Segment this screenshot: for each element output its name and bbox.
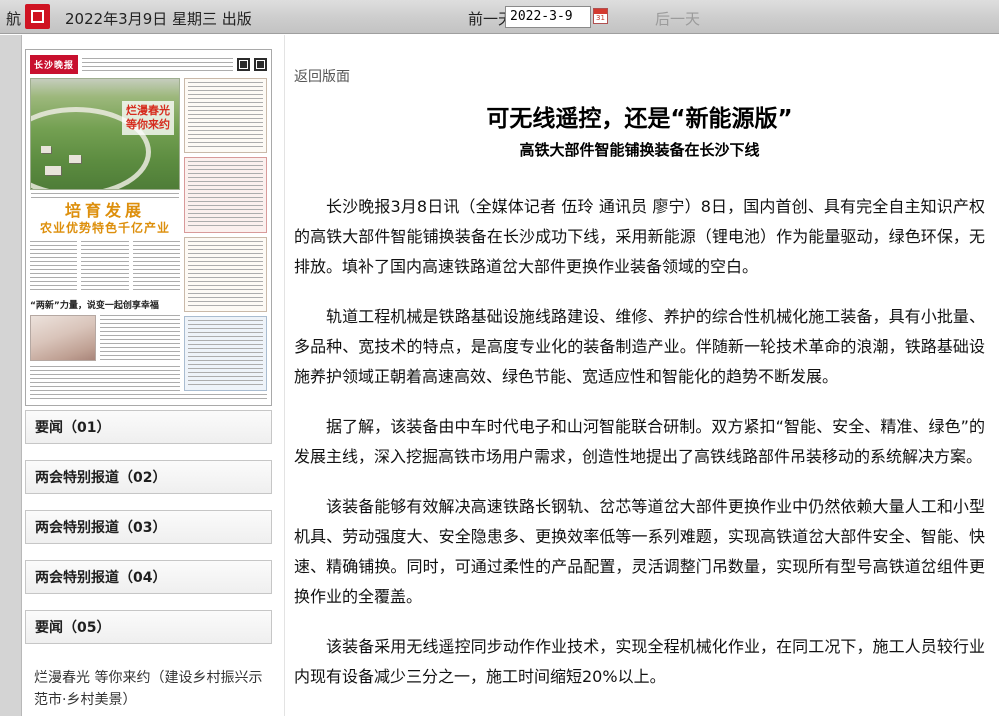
article-list: 烂漫春光 等你来约（建设乡村振兴示范市·乡村美景） 培育发展农业优势特色千亿产业: [25, 660, 272, 716]
thumbnail-inset-photo: [30, 315, 96, 361]
site-logo-icon: [25, 4, 50, 29]
thumbnail-text-column: [100, 315, 180, 361]
date-input[interactable]: [505, 6, 591, 28]
sidebar: 长沙晚报 烂漫春光 等你来约 培育发展 农业优势特色千亿产业: [25, 49, 272, 716]
back-to-page-link[interactable]: 返回版面: [294, 66, 350, 86]
thumbnail-aerial-photo: 烂漫春光 等你来约: [30, 78, 180, 190]
section-list: 要闻（01） 两会特别报道（02） 两会特别报道（03） 两会特别报道（04） …: [25, 410, 272, 644]
article-paragraph: 长沙晚报3月8日讯（全媒体记者 伍玲 通讯员 廖宁）8日，国内首创、具有完全自主…: [294, 192, 985, 282]
thumbnail-footer-line: [30, 394, 267, 401]
main-content: 返回版面 可无线遥控，还是“新能源版” 高铁大部件智能铺换装备在长沙下线 长沙晚…: [284, 35, 999, 716]
thumbnail-photo-caption: 烂漫春光 等你来约: [122, 101, 174, 135]
article-link[interactable]: 烂漫春光 等你来约（建设乡村振兴示范市·乡村美景）: [25, 660, 272, 716]
thumbnail-header-text-lines: [82, 58, 233, 72]
thumbnail-right-column: [184, 78, 267, 391]
article-paragraph: 据了解，该装备由中车时代电子和山河智能联合研制。双方紧扣“智能、安全、精准、绿色…: [294, 412, 985, 472]
article-paragraph: 轨道工程机械是铁路基础设施线路建设、维修、养护的综合性机械化施工装备，具有小批量…: [294, 302, 985, 392]
article-title: 可无线遥控，还是“新能源版”: [294, 99, 985, 133]
topbar: 航 2022年3月9日 星期三 出版 前一天 后一天: [0, 0, 999, 34]
article-subtitle: 高铁大部件智能铺换装备在长沙下线: [294, 139, 985, 160]
article-body: 长沙晚报3月8日讯（全媒体记者 伍玲 通讯员 廖宁）8日，国内首创、具有完全自主…: [294, 192, 985, 692]
thumbnail-masthead: 长沙晚报: [30, 55, 78, 74]
section-item-lianghui-03[interactable]: 两会特别报道（03）: [25, 510, 272, 544]
qr-code-icon: [254, 58, 267, 71]
nav-clipped-text[interactable]: 航: [6, 8, 21, 29]
thumbnail-text-columns: [30, 241, 180, 293]
next-day-button: 后一天: [655, 8, 700, 29]
section-item-yaowen-05[interactable]: 要闻（05）: [25, 610, 272, 644]
section-item-yaowen-01[interactable]: 要闻（01）: [25, 410, 272, 444]
thumbnail-headline: 培育发展 农业优势特色千亿产业: [30, 201, 180, 236]
publish-date: 2022年3月9日 星期三 出版: [65, 8, 252, 29]
section-item-lianghui-04[interactable]: 两会特别报道（04）: [25, 560, 272, 594]
section-item-lianghui-02[interactable]: 两会特别报道（02）: [25, 460, 272, 494]
page-thumbnail[interactable]: 长沙晚报 烂漫春光 等你来约 培育发展 农业优势特色千亿产业: [25, 49, 272, 406]
thumbnail-header: 长沙晚报: [30, 53, 267, 76]
left-gutter: [0, 35, 22, 716]
thumbnail-subheadline: “两新”力量，说变一起创享幸福: [30, 298, 180, 311]
qr-code-icon: [237, 58, 250, 71]
article-paragraph: 该装备能够有效解决高速铁路长钢轨、岔芯等道岔大部件更换作业中仍然依赖大量人工和小…: [294, 492, 985, 612]
calendar-icon[interactable]: [593, 8, 608, 24]
article-paragraph: 该装备采用无线遥控同步动作作业技术，实现全程机械化作业，在同工况下，施工人员较行…: [294, 632, 985, 692]
thumbnail-caption-line: [31, 193, 179, 198]
